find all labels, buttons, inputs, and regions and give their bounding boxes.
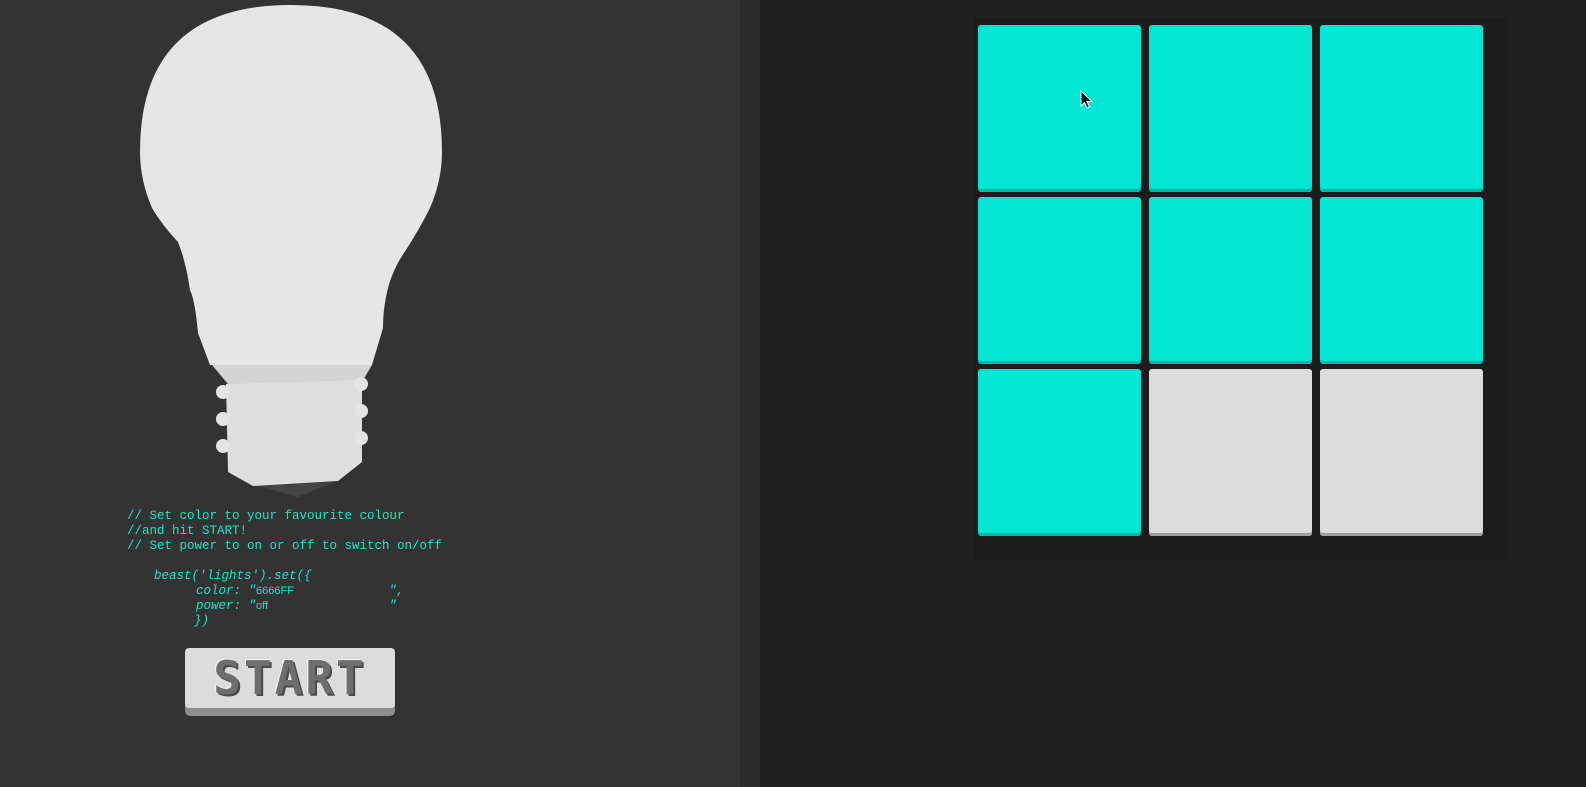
color-open-quote: " xyxy=(248,584,257,598)
light-tile-2[interactable] xyxy=(1149,25,1312,192)
light-tile-7[interactable] xyxy=(978,369,1141,536)
comment-line-3: // Set power to on or off to switch on/o… xyxy=(127,539,443,553)
light-tile-8[interactable] xyxy=(1149,369,1312,536)
comment-line-1: // Set color to your favourite colour xyxy=(127,509,405,523)
light-bulb-icon xyxy=(140,5,442,497)
light-tile-1[interactable] xyxy=(978,25,1141,192)
light-tile-6[interactable] xyxy=(1320,197,1483,364)
light-grid xyxy=(974,18,1508,560)
code-color-line: color: " ", xyxy=(127,584,547,599)
code-call-close: }) xyxy=(194,614,210,628)
bulb-thread-right-1 xyxy=(354,377,368,391)
panel-divider xyxy=(740,0,760,787)
code-power-line: power: " " xyxy=(127,599,547,614)
code-call-open: beast('lights').set({ xyxy=(154,569,312,583)
bulb-thread-left-2 xyxy=(216,412,230,426)
light-tile-4[interactable] xyxy=(978,197,1141,364)
light-tile-9[interactable] xyxy=(1320,369,1483,536)
start-button-label: START xyxy=(213,651,367,705)
bulb-thread-left-1 xyxy=(216,385,230,399)
color-close-quote: ", xyxy=(389,584,405,598)
bulb-thread-left-3 xyxy=(216,439,230,453)
light-tile-3[interactable] xyxy=(1320,25,1483,192)
mouse-pointer-icon xyxy=(1080,90,1094,109)
bulb-screw-base xyxy=(226,380,362,486)
power-key: power: xyxy=(196,599,249,613)
power-open-quote: " xyxy=(248,599,257,613)
power-input[interactable] xyxy=(256,599,390,613)
bulb-glass xyxy=(140,5,442,365)
code-block: beast('lights').set({ color: "", power: … xyxy=(127,569,547,629)
color-key: color: xyxy=(196,584,249,598)
comment-line-2: //and hit START! xyxy=(127,524,248,538)
light-tile-5[interactable] xyxy=(1149,197,1312,364)
start-button[interactable]: START xyxy=(185,648,395,716)
bulb-thread-right-2 xyxy=(354,404,368,418)
code-editor: // Set color to your favourite colour //… xyxy=(127,509,547,629)
color-input[interactable] xyxy=(256,584,390,598)
bulb-thread-right-3 xyxy=(354,431,368,445)
power-close-quote: " xyxy=(389,599,397,613)
